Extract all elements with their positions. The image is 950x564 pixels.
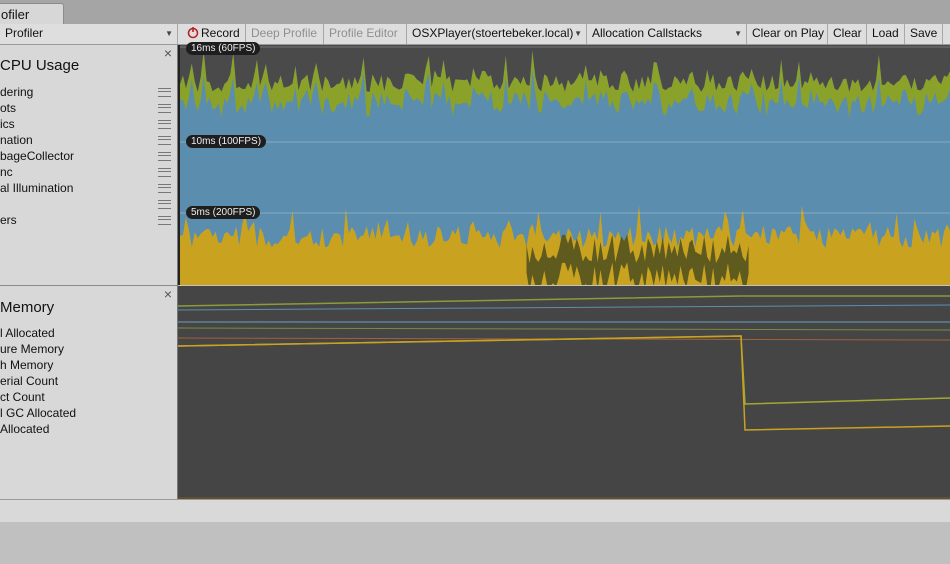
profiler-toolbar: Profiler ▼ Record Deep Profile Profile E…: [0, 24, 950, 45]
window-tabbar: ofiler: [0, 0, 950, 25]
cpu-usage-title: CPU Usage: [0, 57, 80, 74]
allocation-callstacks-dropdown[interactable]: Allocation Callstacks ▼: [587, 24, 747, 44]
drag-handle-icon[interactable]: [158, 88, 171, 97]
cpu-legend-animation[interactable]: nation: [0, 133, 33, 147]
dropdown-arrow-icon: ▼: [574, 29, 582, 38]
record-button[interactable]: Record: [179, 24, 246, 44]
memory-line-texture: [178, 304, 950, 311]
fps-marker-60: 16ms (60FPS): [186, 42, 261, 55]
record-label: Record: [201, 26, 240, 40]
drag-handle-icon[interactable]: [158, 200, 171, 209]
clear-on-play-toggle[interactable]: Clear on Play: [747, 24, 828, 44]
close-icon[interactable]: ×: [164, 45, 172, 61]
record-icon: [187, 27, 199, 39]
memory-line-gc-total: [178, 335, 950, 405]
load-button[interactable]: Load: [867, 24, 905, 44]
profile-editor-button[interactable]: Profile Editor: [324, 24, 407, 44]
fps-marker-100: 10ms (100FPS): [186, 135, 267, 148]
memory-module[interactable]: Memory × l Allocated ure Memory h Memory…: [0, 286, 177, 499]
drag-handle-icon[interactable]: [158, 120, 171, 129]
drag-handle-icon[interactable]: [158, 168, 171, 177]
dropdown-arrow-icon: ▼: [165, 29, 173, 38]
profiler-modules-panel: CPU Usage × dering ots ics nation bageCo…: [0, 45, 178, 499]
memory-line-gc-allocated: [178, 335, 950, 431]
profiler-details-header: [0, 499, 950, 523]
cpu-legend-global-illumination[interactable]: al Illumination: [0, 181, 73, 195]
profiler-window-tab[interactable]: ofiler: [0, 3, 64, 24]
attach-player-dropdown[interactable]: OSXPlayer(stoertebeker.local) ▼: [407, 24, 587, 44]
cpu-usage-graph[interactable]: 16ms (60FPS) 10ms (100FPS) 5ms (200FPS): [178, 42, 950, 285]
memory-legend-material-count[interactable]: erial Count: [0, 374, 58, 388]
fps-marker-200: 5ms (200FPS): [186, 206, 261, 219]
deep-profile-button[interactable]: Deep Profile: [246, 24, 324, 44]
memory-legend-mesh-memory[interactable]: h Memory: [0, 358, 53, 372]
cpu-legend-others[interactable]: ers: [0, 213, 17, 227]
memory-title: Memory: [0, 299, 55, 316]
allocation-callstacks-label: Allocation Callstacks: [592, 26, 703, 40]
cpu-usage-graph-svg: [180, 45, 950, 285]
memory-legend-gc-allocated[interactable]: Allocated: [0, 422, 49, 436]
cpu-legend-physics[interactable]: ics: [0, 117, 15, 131]
memory-legend-object-count[interactable]: ct Count: [0, 390, 45, 404]
memory-line-material: [178, 327, 950, 331]
drag-handle-icon[interactable]: [158, 104, 171, 113]
cpu-usage-module[interactable]: CPU Usage × dering ots ics nation bageCo…: [0, 45, 177, 286]
drag-handle-icon[interactable]: [158, 136, 171, 145]
memory-graph-svg: [178, 295, 950, 499]
memory-line-total-allocated: [178, 295, 950, 307]
memory-legend-total-allocated[interactable]: l Allocated: [0, 326, 55, 340]
profiler-dropdown-label: Profiler: [5, 26, 44, 40]
profiler-modules-dropdown[interactable]: Profiler ▼: [0, 24, 178, 44]
memory-legend-total-gc-allocated[interactable]: l GC Allocated: [0, 406, 76, 420]
drag-handle-icon[interactable]: [158, 216, 171, 225]
memory-graph[interactable]: [178, 286, 950, 499]
cpu-legend-garbage-collector[interactable]: bageCollector: [0, 149, 74, 163]
clear-button[interactable]: Clear: [828, 24, 867, 44]
cpu-legend-vsync[interactable]: nc: [0, 165, 13, 179]
close-icon[interactable]: ×: [164, 286, 172, 302]
attach-player-label: OSXPlayer(stoertebeker.local): [412, 26, 574, 40]
drag-handle-icon[interactable]: [158, 152, 171, 161]
drag-handle-icon[interactable]: [158, 184, 171, 193]
cpu-legend-scripts[interactable]: ots: [0, 101, 16, 115]
profiler-details-area: [0, 522, 950, 564]
cpu-legend-rendering[interactable]: dering: [0, 85, 33, 99]
memory-legend-texture-memory[interactable]: ure Memory: [0, 342, 64, 356]
save-button[interactable]: Save: [905, 24, 943, 44]
dropdown-arrow-icon: ▼: [734, 29, 742, 38]
